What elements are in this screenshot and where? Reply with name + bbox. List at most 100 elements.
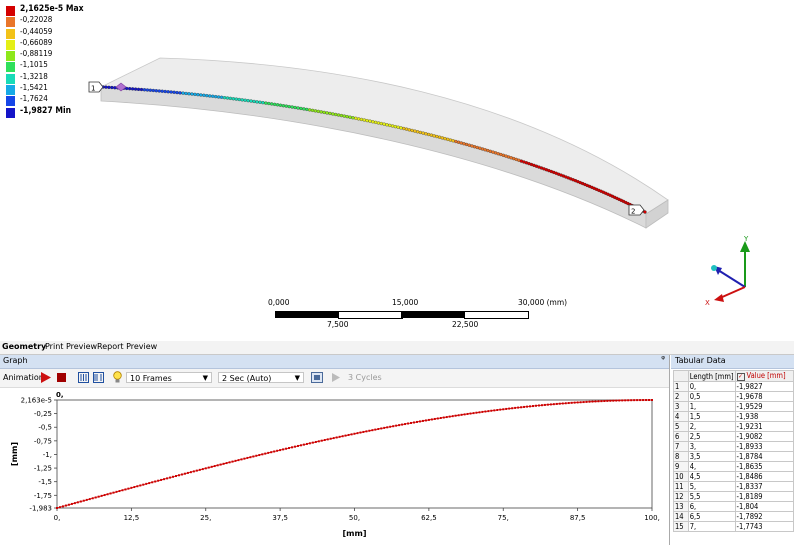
deflection-chart[interactable]: 2,163e-5 -0,25 -0,5 -0,75 -1, -1,25 -1,5 -1,75 -… bbox=[0, 388, 669, 545]
table-row[interactable]: 15 7, -1,7743 bbox=[673, 521, 794, 532]
data-point bbox=[520, 406, 523, 409]
path-point bbox=[354, 116, 358, 120]
data-point bbox=[314, 440, 317, 443]
graphics-viewport[interactable]: 1 2 Y X 2,1625e-5 Max -0,22028 -0,44059 -0,… bbox=[0, 0, 794, 340]
data-point bbox=[404, 423, 407, 426]
path-point bbox=[643, 210, 647, 214]
path-point bbox=[407, 128, 411, 132]
data-point bbox=[552, 403, 555, 406]
table-row[interactable]: 13 6, -1,804 bbox=[673, 501, 794, 512]
axis-triad-icon[interactable]: Y X bbox=[705, 235, 750, 307]
data-point bbox=[469, 412, 472, 415]
data-point bbox=[291, 446, 294, 449]
x-axis-label: [mm] bbox=[343, 529, 367, 538]
data-point bbox=[308, 442, 311, 445]
data-point bbox=[115, 490, 118, 493]
data-point bbox=[624, 399, 627, 402]
data-point bbox=[561, 402, 564, 405]
table-row[interactable]: 1 0, -1,9827 bbox=[673, 381, 794, 392]
table-row[interactable]: 7 3, -1,8933 bbox=[673, 441, 794, 452]
model-view[interactable]: 1 2 Y X bbox=[0, 0, 794, 340]
tabular-data-table[interactable]: Length [mm] ✓ Value [mm] 1 0, -1,9827 2 0,5 -1… bbox=[673, 370, 794, 532]
path-point bbox=[205, 93, 209, 98]
data-point bbox=[424, 419, 427, 422]
table-row[interactable]: 12 5,5 -1,8189 bbox=[673, 491, 794, 502]
path-point bbox=[157, 89, 161, 93]
table-row[interactable]: 8 3,5 -1,8784 bbox=[673, 451, 794, 462]
data-point bbox=[567, 402, 570, 405]
path-point bbox=[113, 86, 117, 90]
length-column-header[interactable]: Length [mm] bbox=[687, 370, 736, 382]
path-point bbox=[139, 87, 144, 92]
data-point bbox=[418, 420, 421, 423]
data-point bbox=[157, 479, 160, 482]
table-row[interactable]: 11 5, -1,8337 bbox=[673, 481, 794, 492]
legend-label: 2,1625e-5 Max bbox=[20, 4, 84, 14]
duration-dropdown[interactable]: 2 Sec (Auto) ▼ bbox=[218, 372, 304, 383]
checkbox-icon[interactable]: ✓ bbox=[736, 373, 745, 381]
length-cell: 2,5 bbox=[687, 431, 736, 442]
table-row[interactable]: 9 4, -1,8635 bbox=[673, 461, 794, 472]
table-row[interactable]: 10 4,5 -1,8486 bbox=[673, 471, 794, 482]
path-point bbox=[456, 140, 461, 144]
data-point bbox=[279, 449, 282, 452]
scale-label-30000: 30,000 (mm) bbox=[518, 298, 568, 307]
table-row[interactable]: 2 0,5 -1,9678 bbox=[673, 391, 794, 402]
row-index-cell: 14 bbox=[673, 511, 689, 522]
table-row[interactable]: 5 2, -1,9231 bbox=[673, 421, 794, 432]
table-row[interactable]: 3 1, -1,9529 bbox=[673, 401, 794, 412]
tab-report-preview[interactable]: Report Preview bbox=[97, 342, 157, 351]
export-video-icon[interactable] bbox=[311, 372, 323, 383]
data-point bbox=[383, 426, 386, 429]
path-point bbox=[243, 98, 247, 102]
data-point bbox=[189, 471, 192, 474]
data-point bbox=[311, 441, 314, 444]
result-frames-icon[interactable] bbox=[93, 372, 104, 383]
data-point bbox=[341, 435, 344, 438]
data-point bbox=[436, 417, 439, 420]
distributed-frames-icon[interactable] bbox=[78, 372, 89, 383]
triad-y-label: Y bbox=[743, 235, 749, 243]
data-point bbox=[195, 469, 198, 472]
y-tick-label: -1,25 bbox=[34, 465, 52, 473]
data-point bbox=[109, 492, 112, 495]
data-point bbox=[160, 478, 163, 481]
length-cell: 2, bbox=[687, 421, 736, 432]
tab-geometry[interactable]: Geometry bbox=[2, 342, 46, 351]
table-row[interactable]: 14 6,5 -1,7892 bbox=[673, 511, 794, 522]
path-point bbox=[362, 118, 366, 122]
top-x-label: 0, bbox=[56, 391, 64, 399]
value-column-header[interactable]: ✓ Value [mm] bbox=[734, 370, 794, 382]
path-point bbox=[199, 93, 203, 97]
path-point bbox=[190, 92, 194, 96]
data-point bbox=[67, 503, 70, 506]
path-point bbox=[427, 132, 431, 137]
path-point bbox=[305, 107, 309, 112]
path-point bbox=[187, 92, 191, 96]
lightbulb-icon[interactable] bbox=[113, 371, 122, 384]
pin-icon[interactable]: ᵠ bbox=[661, 355, 665, 365]
path-point bbox=[385, 123, 389, 127]
frames-dropdown[interactable]: 10 Frames ▼ bbox=[126, 372, 212, 383]
play-icon[interactable] bbox=[40, 372, 51, 383]
table-row[interactable]: 6 2,5 -1,9082 bbox=[673, 431, 794, 442]
data-point bbox=[543, 403, 546, 406]
legend-swatch bbox=[6, 17, 15, 28]
tab-print-preview[interactable]: Print Preview bbox=[45, 342, 97, 351]
data-point bbox=[261, 453, 264, 456]
table-row[interactable]: 4 1,5 -1,938 bbox=[673, 411, 794, 422]
path-point bbox=[287, 104, 291, 109]
path-point bbox=[302, 107, 306, 111]
path-point bbox=[267, 101, 271, 106]
data-point bbox=[139, 484, 142, 487]
path-point bbox=[163, 89, 167, 94]
triad-x-label: X bbox=[705, 299, 710, 307]
path-point bbox=[443, 136, 447, 141]
stop-icon[interactable] bbox=[57, 373, 66, 382]
path-point bbox=[249, 99, 253, 103]
data-point bbox=[264, 452, 267, 455]
value-cell: -1,9678 bbox=[734, 391, 794, 402]
cycles-icon[interactable] bbox=[331, 372, 341, 383]
index-header bbox=[673, 370, 689, 382]
data-point bbox=[91, 497, 94, 500]
